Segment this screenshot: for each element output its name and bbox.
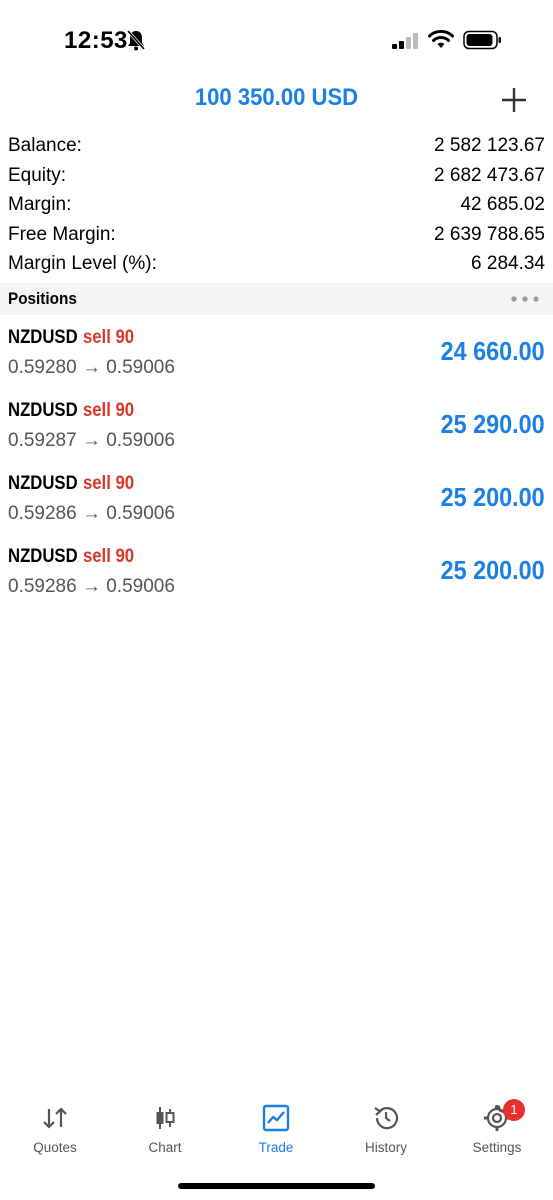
tab-chart[interactable]: Chart xyxy=(110,1090,220,1165)
position-profit: 25 290.00 xyxy=(440,409,545,439)
notification-badge: 1 xyxy=(503,1099,525,1121)
summary-row-margin-level: Margin Level (%): 6 284.34 xyxy=(0,251,553,281)
summary-value: 2 682 473.67 xyxy=(434,164,545,186)
summary-value: 2 639 788.65 xyxy=(434,223,545,245)
position-title: NZDUSD sell 90 xyxy=(8,400,134,422)
tab-label: Trade xyxy=(258,1140,294,1155)
tab-quotes[interactable]: Quotes xyxy=(0,1090,110,1165)
position-type: sell 90 xyxy=(82,473,135,494)
positions-section-header: Positions xyxy=(0,283,553,315)
summary-label: Balance: xyxy=(8,135,82,156)
position-type: sell 90 xyxy=(82,400,135,421)
status-time: 12:53 xyxy=(64,27,128,54)
position-prices: 0.59286 → 0.59006 xyxy=(8,576,175,597)
history-clock-icon xyxy=(374,1107,399,1130)
account-profit-title: 100 350.00 USD xyxy=(194,84,359,111)
summary-label: Equity: xyxy=(8,164,67,186)
tab-label: Settings xyxy=(472,1140,522,1155)
position-row[interactable]: NZDUSD sell 90 0.59286 → 0.59006 25 200.0… xyxy=(0,539,553,612)
position-row[interactable]: NZDUSD sell 90 0.59287 → 0.59006 25 290.0… xyxy=(0,393,553,466)
summary-row-equity: Equity: 2 682 473.67 xyxy=(0,163,553,193)
position-row[interactable]: NZDUSD sell 90 0.59280 → 0.59006 24 660.0… xyxy=(0,320,553,393)
position-row[interactable]: NZDUSD sell 90 0.59286 → 0.59006 25 200.0… xyxy=(0,466,553,539)
position-profit: 25 200.00 xyxy=(440,482,545,512)
tab-trade[interactable]: Trade xyxy=(221,1090,331,1165)
home-indicator xyxy=(178,1183,375,1189)
position-prices: 0.59280 → 0.59006 xyxy=(8,357,175,378)
position-prices: 0.59286 → 0.59006 xyxy=(8,503,175,524)
summary-row-free-margin: Free Margin: 2 639 788.65 xyxy=(0,222,553,252)
position-symbol: NZDUSD xyxy=(8,546,78,567)
position-type: sell 90 xyxy=(82,546,135,567)
trade-header: 100 350.00 USD xyxy=(0,80,553,128)
account-summary: Balance: 2 582 123.67 Equity: 2 682 473.… xyxy=(0,133,553,281)
position-title: NZDUSD sell 90 xyxy=(8,473,134,495)
trade-chart-icon xyxy=(262,1104,290,1132)
tab-settings[interactable]: 1 Settings xyxy=(442,1090,552,1165)
summary-label: Free Margin: xyxy=(8,223,116,245)
cellular-signal-icon xyxy=(392,33,418,49)
summary-value: 2 582 123.67 xyxy=(434,135,545,156)
position-title: NZDUSD sell 90 xyxy=(8,327,134,349)
position-profit: 24 660.00 xyxy=(440,336,545,366)
summary-row-margin: Margin: 42 685.02 xyxy=(0,192,553,222)
more-options-icon[interactable] xyxy=(510,295,540,303)
add-order-button[interactable] xyxy=(498,84,530,116)
summary-value: 42 685.02 xyxy=(460,194,545,216)
summary-value: 6 284.34 xyxy=(471,253,545,275)
battery-icon xyxy=(463,30,501,50)
position-title: NZDUSD sell 90 xyxy=(8,546,134,568)
summary-row-balance: Balance: 2 582 123.67 xyxy=(0,133,553,163)
quotes-arrows-icon xyxy=(43,1107,67,1129)
tab-history[interactable]: History xyxy=(331,1090,441,1165)
positions-list: NZDUSD sell 90 0.59280 → 0.59006 24 660.0… xyxy=(0,320,553,612)
candlestick-icon xyxy=(156,1107,175,1129)
bell-muted-icon xyxy=(126,30,146,51)
position-type: sell 90 xyxy=(82,327,135,348)
tab-label: History xyxy=(364,1140,407,1155)
wifi-icon xyxy=(428,29,454,48)
status-bar: 12:53 xyxy=(0,0,553,80)
position-symbol: NZDUSD xyxy=(8,327,78,348)
position-symbol: NZDUSD xyxy=(8,473,78,494)
position-profit: 25 200.00 xyxy=(440,555,545,585)
positions-title: Positions xyxy=(8,289,77,308)
summary-label: Margin Level (%): xyxy=(8,253,157,275)
position-prices: 0.59287 → 0.59006 xyxy=(8,430,175,451)
tab-label: Quotes xyxy=(33,1140,77,1155)
tab-label: Chart xyxy=(148,1140,182,1155)
summary-label: Margin: xyxy=(8,194,72,216)
position-symbol: NZDUSD xyxy=(8,400,78,421)
